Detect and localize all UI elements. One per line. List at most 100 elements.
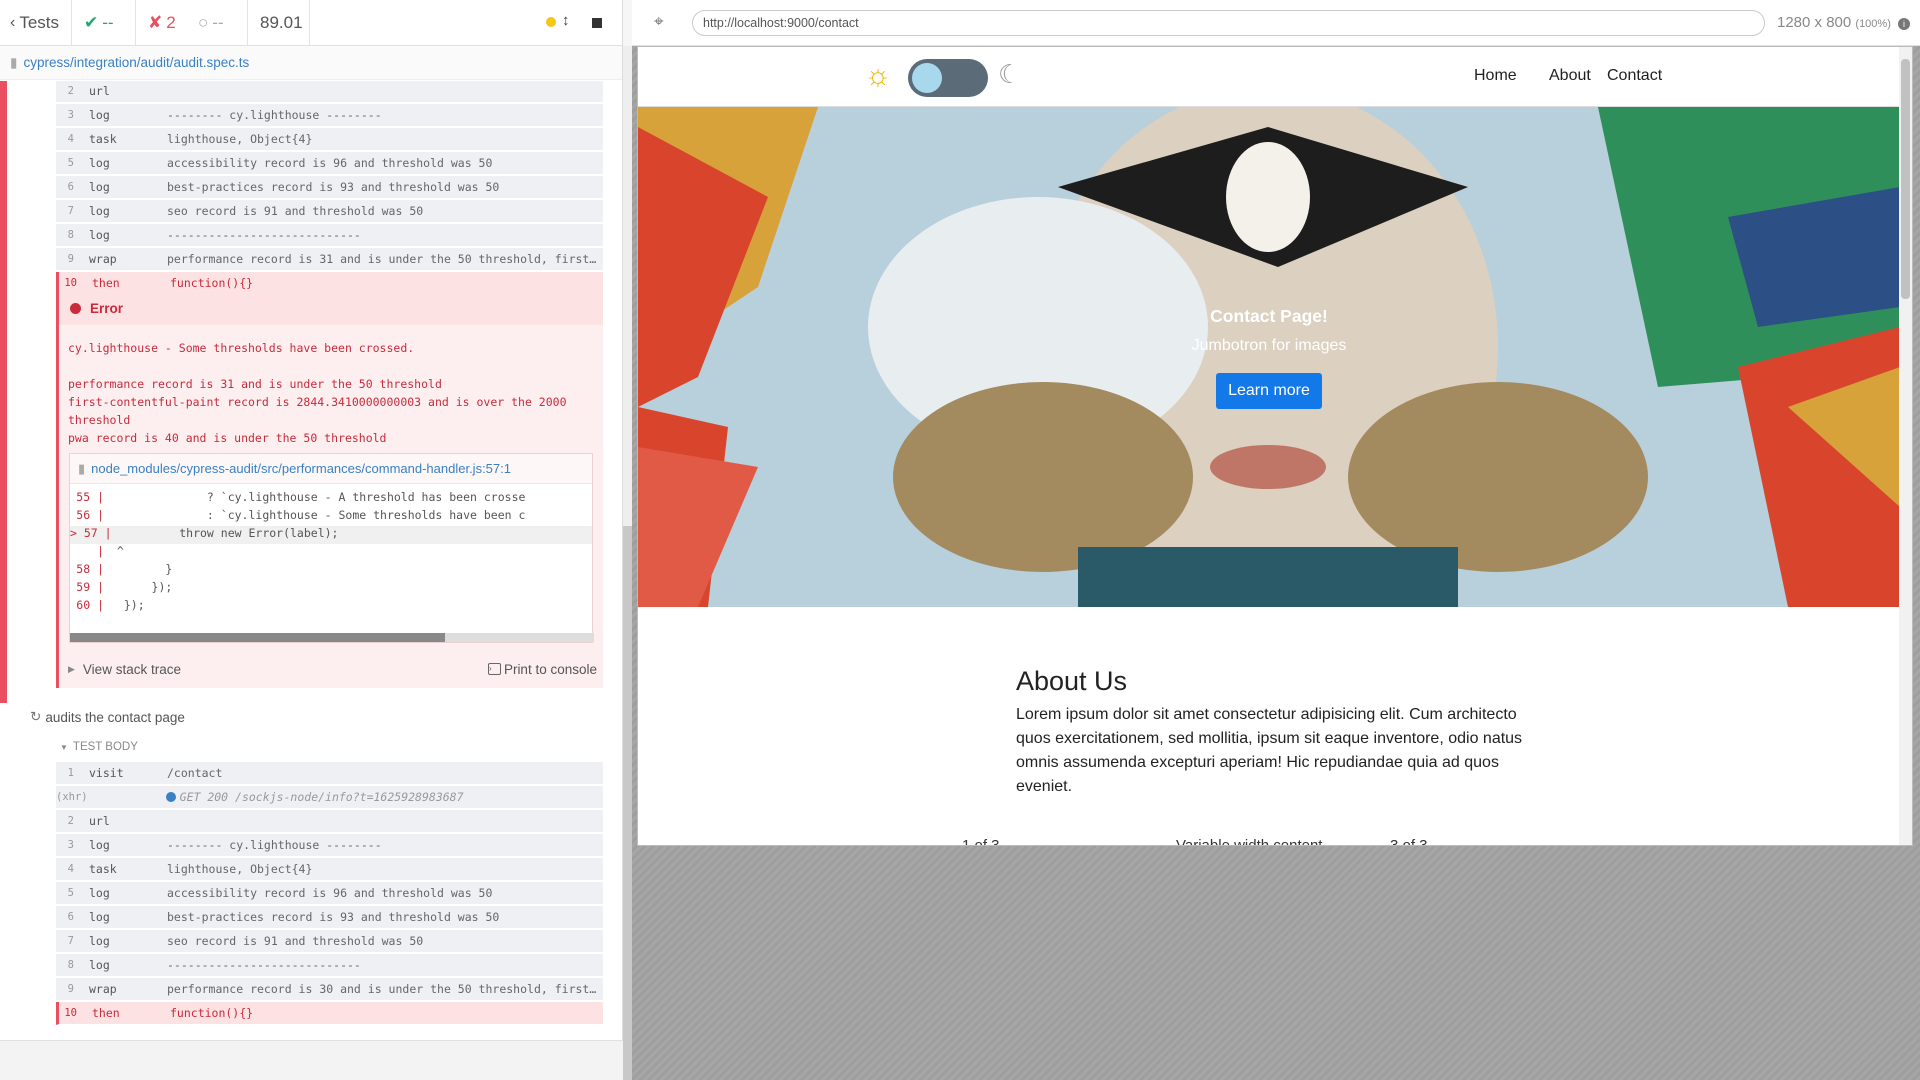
command-number: 6 xyxy=(67,181,74,193)
sun-icon: ☼ xyxy=(864,59,892,92)
command-name: log xyxy=(89,204,110,218)
code-line-number: 60 | xyxy=(76,598,104,612)
test-body-header[interactable]: ▼ TEST BODY xyxy=(60,741,138,753)
carousel-col-1: 1 of 3 xyxy=(962,837,1000,846)
command-message: -------- cy.lighthouse -------- xyxy=(167,838,382,852)
refresh-icon: ↻ xyxy=(30,709,42,724)
scroll-toggle-icon[interactable]: ↕ xyxy=(562,12,570,29)
test-title-contact[interactable]: ↻ audits the contact page xyxy=(30,709,185,725)
command-message: function(){} xyxy=(170,276,254,290)
reporter-header: ‹ Tests ✔ -- ✘ 2 ○ -- 89.01 ↕ xyxy=(0,0,622,46)
nav-contact[interactable]: Contact xyxy=(1607,67,1662,85)
code-line-text: throw new Error(label); xyxy=(110,526,339,540)
view-stack-trace-button[interactable]: View stack trace xyxy=(83,662,181,677)
command-name: log xyxy=(89,156,110,170)
spec-path-link[interactable]: ▮ cypress/integration/audit/audit.spec.t… xyxy=(0,46,622,80)
tests-label: Tests xyxy=(19,12,60,32)
code-line-text: }); xyxy=(110,598,145,612)
learn-more-button[interactable]: Learn more xyxy=(1216,373,1322,409)
command-message: lighthouse, Object{4} xyxy=(167,862,313,876)
command-row[interactable]: 9 wrap performance record is 30 and is und… xyxy=(56,978,603,1001)
command-number: 1 xyxy=(67,767,74,779)
running-indicator-icon xyxy=(546,17,556,27)
viewport-dimensions: 1280 x 800 xyxy=(1777,14,1852,31)
nav-home[interactable]: Home xyxy=(1474,67,1517,85)
command-row[interactable]: 2 url xyxy=(56,810,603,833)
failed-value: 2 xyxy=(166,12,176,32)
info-icon[interactable]: i xyxy=(1898,18,1911,30)
code-frame-scrollbar[interactable] xyxy=(70,633,594,642)
command-name: task xyxy=(89,862,117,876)
command-message: best-practices record is 93 and threshol… xyxy=(167,910,500,924)
reporter-scrollbar[interactable] xyxy=(623,46,632,1080)
url-bar[interactable]: http://localhost:9000/contact xyxy=(692,10,1765,36)
theme-toggle[interactable] xyxy=(908,59,988,97)
site-navbar: ☼ ☾ Home About Contact xyxy=(638,47,1912,107)
code-line-text: ^ xyxy=(110,544,124,558)
failed-test-indicator xyxy=(0,81,7,703)
command-number: 9 xyxy=(67,253,74,265)
code-line-number: 56 | xyxy=(76,508,104,522)
command-number: 8 xyxy=(67,959,74,971)
command-message: function(){} xyxy=(170,1006,254,1020)
spec-path-label: cypress/integration/audit/audit.spec.ts xyxy=(23,55,250,70)
iframe-scrollbar-thumb[interactable] xyxy=(1901,59,1910,299)
command-row[interactable]: 7 log seo record is 91 and threshold was 5… xyxy=(56,200,603,223)
code-line-text: } xyxy=(110,562,173,576)
caret-down-icon: ▼ xyxy=(60,742,68,752)
code-line-text: }); xyxy=(110,580,173,594)
theme-toggle-knob[interactable] xyxy=(912,63,942,93)
command-message: ---------------------------- xyxy=(167,958,361,972)
reporter-scrollbar-thumb[interactable] xyxy=(623,526,632,1080)
command-number: 5 xyxy=(67,157,74,169)
terminal-icon: › xyxy=(487,663,501,675)
code-line-text: : `cy.lighthouse - Some thresholds have … xyxy=(110,508,526,522)
command-row[interactable]: 10 then function(){} xyxy=(56,1002,603,1025)
error-icon xyxy=(70,302,81,314)
command-row[interactable]: 3 log -------- cy.lighthouse -------- xyxy=(56,104,603,127)
command-message: performance record is 30 and is under th… xyxy=(167,982,597,996)
command-name: task xyxy=(89,132,117,146)
command-row[interactable]: 7 log seo record is 91 and threshold was 5… xyxy=(56,930,603,953)
command-row[interactable]: 9 wrap performance record is 31 and is und… xyxy=(56,248,603,271)
command-row[interactable]: 4 task lighthouse, Object{4} xyxy=(56,858,603,881)
print-to-console-button[interactable]: › Print to console xyxy=(487,662,597,677)
command-row[interactable]: 8 log ---------------------------- xyxy=(56,224,603,247)
command-row[interactable]: 4 task lighthouse, Object{4} xyxy=(56,128,603,151)
iframe-scrollbar[interactable] xyxy=(1899,47,1912,845)
code-line: > 57 | throw new Error(label); xyxy=(70,526,592,544)
about-text: Lorem ipsum dolor sit amet consectetur a… xyxy=(1016,706,1523,795)
app-under-test-panel: ⌖ http://localhost:9000/contact 1280 x 8… xyxy=(632,0,1920,1080)
chevron-left-icon: ‹ xyxy=(10,13,16,31)
command-message: -------- cy.lighthouse -------- xyxy=(167,108,382,122)
command-row[interactable]: 8 log ---------------------------- xyxy=(56,954,603,977)
command-row[interactable]: 6 log best-practices record is 93 and thre… xyxy=(56,176,603,199)
about-section: About Us Lorem ipsum dolor sit amet cons… xyxy=(1016,666,1536,799)
stop-button[interactable] xyxy=(592,18,602,28)
code-line-number: 58 | xyxy=(76,562,104,576)
command-message: best-practices record is 93 and threshol… xyxy=(167,180,500,194)
command-number: 8 xyxy=(67,229,74,241)
command-row[interactable]: 5 log accessibility record is 96 and thres… xyxy=(56,882,603,905)
command-row[interactable]: 1 visit/contact xyxy=(56,762,603,785)
nav-about[interactable]: About xyxy=(1549,67,1591,85)
command-number: 4 xyxy=(67,133,74,145)
code-frame-file-link[interactable]: ▮ node_modules/cypress-audit/src/perform… xyxy=(70,454,592,484)
code-line: 55 | ? `cy.lighthouse - A threshold has … xyxy=(70,490,592,508)
duration: 89.01 xyxy=(248,0,310,46)
command-row[interactable]: 2 url xyxy=(56,81,603,103)
command-name: log xyxy=(89,886,110,900)
command-row[interactable]: 5 log accessibility record is 96 and thres… xyxy=(56,152,603,175)
command-row[interactable]: (xhr) GET 200 /sockjs-node/info?t=1625928… xyxy=(56,786,603,809)
check-icon: ✔ xyxy=(84,12,99,32)
command-row[interactable]: 3 log -------- cy.lighthouse -------- xyxy=(56,834,603,857)
command-message: lighthouse, Object{4} xyxy=(167,132,313,146)
tests-button[interactable]: ‹ Tests xyxy=(0,0,72,46)
command-row[interactable]: 6 log best-practices record is 93 and thre… xyxy=(56,906,603,929)
code-frame-scrollbar-thumb[interactable] xyxy=(70,633,445,642)
command-number: 6 xyxy=(67,911,74,923)
command-name: url xyxy=(89,84,110,98)
duration-value: 89.01 xyxy=(260,12,303,32)
crosshair-icon[interactable]: ⌖ xyxy=(654,12,664,32)
pending-value: -- xyxy=(212,12,224,32)
